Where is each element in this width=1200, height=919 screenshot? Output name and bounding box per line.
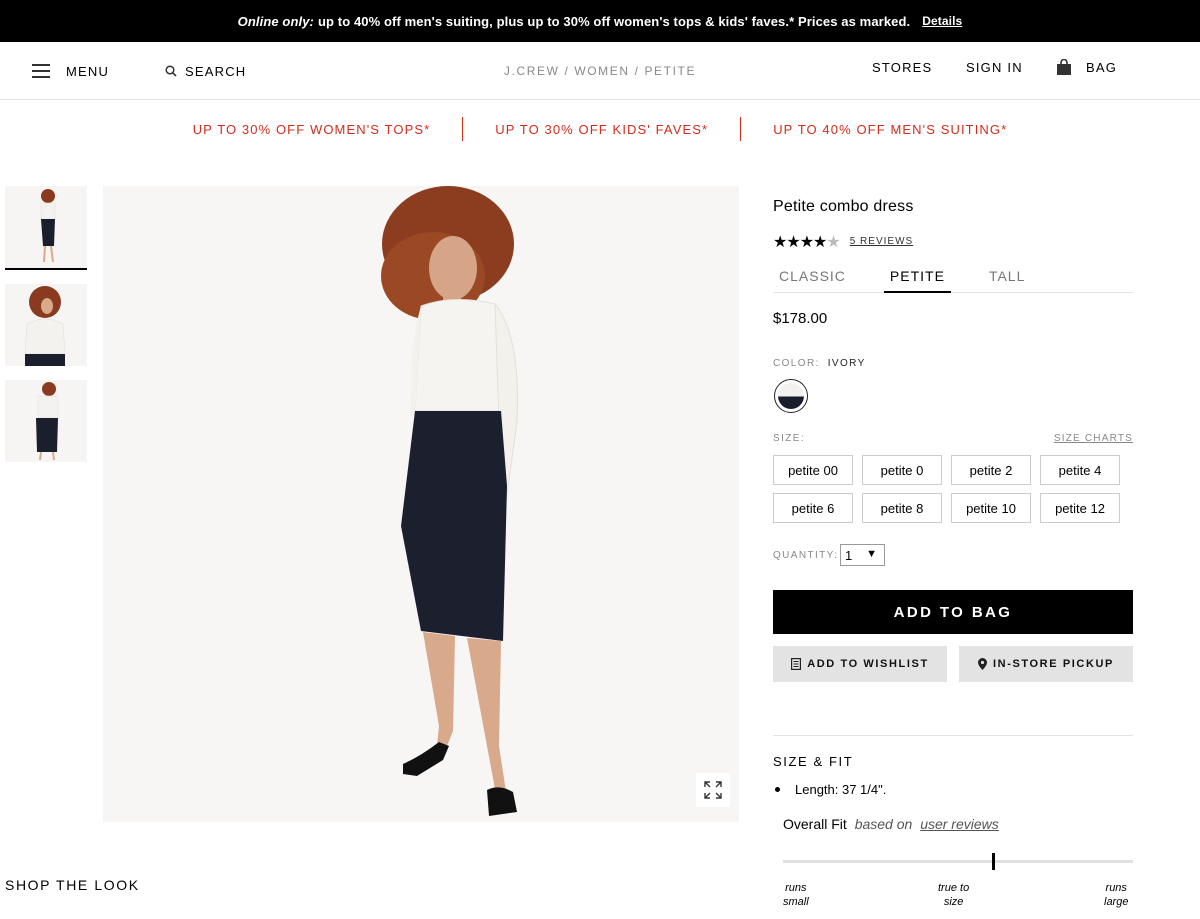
overall-fit-label: Overall Fit: [783, 816, 847, 832]
location-pin-icon: [978, 658, 987, 670]
hamburger-icon: [32, 64, 50, 78]
promo-banner: Online only: up to 40% off men's suiting…: [0, 0, 1200, 42]
pickup-label: IN-STORE PICKUP: [993, 658, 1114, 670]
size-petite-10[interactable]: petite 10: [951, 493, 1031, 523]
size-petite-6[interactable]: petite 6: [773, 493, 853, 523]
thumbnail-3[interactable]: [5, 380, 87, 462]
overall-fit: Overall Fit based on user reviews: [783, 816, 999, 832]
size-petite-00[interactable]: petite 00: [773, 455, 853, 485]
size-petite-0[interactable]: petite 0: [862, 455, 942, 485]
add-to-wishlist-button[interactable]: ADD TO WISHLIST: [773, 646, 947, 682]
menu-label: MENU: [66, 63, 110, 79]
promo-womens-tops[interactable]: UP TO 30% OFF WOMEN'S TOPS*: [161, 122, 463, 137]
reviews-link[interactable]: 5 REVIEWS: [850, 236, 913, 247]
thumbnail-2[interactable]: [5, 284, 87, 366]
stars-filled: ★★★★: [773, 232, 827, 251]
list-icon: [791, 658, 802, 670]
thumbnail-list: [5, 186, 87, 476]
length-text: Length: 37 1/4".: [795, 782, 887, 797]
size-petite-4[interactable]: petite 4: [1040, 455, 1120, 485]
star-rating: ★★★★★: [773, 232, 841, 251]
model-illustration: [381, 186, 518, 816]
size-options: petite 00 petite 0 petite 2 petite 4 pet…: [773, 455, 1133, 523]
thumbnail-image: [24, 286, 66, 366]
based-on-text: based on: [854, 816, 913, 832]
tab-tall[interactable]: TALL: [983, 258, 1031, 293]
section-divider: [773, 735, 1133, 736]
wishlist-label: ADD TO WISHLIST: [807, 658, 929, 670]
shop-the-look-heading: SHOP THE LOOK: [5, 877, 140, 893]
promo-lead: Online only:: [237, 13, 314, 29]
quantity-label: QUANTITY:: [773, 550, 839, 561]
zoom-button[interactable]: [696, 773, 730, 807]
size-petite-8[interactable]: petite 8: [862, 493, 942, 523]
bullet-dot: [775, 787, 780, 792]
bag-icon: [1057, 59, 1071, 75]
dropdown-arrow-icon: ▼: [866, 548, 877, 560]
promo-links: UP TO 30% OFF WOMEN'S TOPS* UP TO 30% OF…: [0, 116, 1200, 142]
color-label-text: COLOR:: [773, 358, 820, 369]
menu-button[interactable]: MENU: [32, 42, 109, 100]
fit-scale: [783, 853, 1133, 870]
search-label: SEARCH: [185, 63, 247, 79]
breadcrumb-text[interactable]: J.CREW / WOMEN / PETITE: [504, 64, 696, 78]
in-store-pickup-button[interactable]: IN-STORE PICKUP: [959, 646, 1133, 682]
search-button[interactable]: SEARCH: [165, 42, 246, 100]
promo-kids-faves[interactable]: UP TO 30% OFF KIDS' FAVES*: [463, 122, 740, 137]
fit-label-runs-small: runs small: [783, 882, 809, 908]
color-swatch-ivory[interactable]: [774, 379, 808, 413]
thumbnail-image: [36, 382, 59, 461]
product-price: $178.00: [773, 310, 828, 327]
thumbnail-image: [40, 189, 56, 263]
add-to-bag-button[interactable]: ADD TO BAG: [773, 590, 1133, 634]
search-icon: [165, 65, 177, 77]
size-fit-bullet: Length: 37 1/4".: [773, 782, 886, 797]
size-petite-2[interactable]: petite 2: [951, 455, 1031, 485]
fit-marker: [991, 853, 995, 870]
bag-button[interactable]: BAG: [1056, 38, 1117, 96]
promo-mens-suiting[interactable]: UP TO 40% OFF MEN'S SUITING*: [741, 122, 1039, 137]
tab-petite[interactable]: PETITE: [883, 258, 951, 293]
size-label: SIZE:: [773, 433, 806, 444]
quantity-select[interactable]: 1 ▼: [840, 544, 885, 566]
size-fit-heading: SIZE & FIT: [773, 754, 854, 769]
product-title: Petite combo dress: [773, 198, 914, 215]
color-label: COLOR: IVORY: [773, 358, 866, 369]
stars-empty: ★: [826, 232, 840, 251]
stores-link[interactable]: STORES: [872, 38, 932, 96]
size-petite-12[interactable]: petite 12: [1040, 493, 1120, 523]
site-header: MENU SEARCH J.CREW / WOMEN / PETITE STOR…: [0, 42, 1200, 100]
thumbnail-1[interactable]: [5, 186, 87, 270]
expand-icon: [704, 781, 722, 799]
product-main-image[interactable]: [103, 186, 739, 822]
quantity-value: 1: [845, 547, 853, 563]
color-value: IVORY: [827, 358, 866, 369]
user-reviews-link[interactable]: user reviews: [920, 816, 999, 832]
promo-text: up to 40% off men's suiting, plus up to …: [317, 13, 911, 29]
promo-details-link[interactable]: Details: [922, 14, 962, 28]
fit-tabs: CLASSIC PETITE TALL: [773, 258, 1133, 293]
rating: ★★★★★ 5 REVIEWS: [773, 232, 913, 251]
fit-label-true-to-size: true to size: [938, 882, 970, 908]
size-charts-link[interactable]: SIZE CHARTS: [1054, 433, 1133, 444]
bag-label: BAG: [1086, 59, 1118, 75]
tab-classic[interactable]: CLASSIC: [773, 258, 852, 293]
sign-in-link[interactable]: SIGN IN: [966, 38, 1023, 96]
fit-label-runs-large: runs large: [1104, 882, 1129, 908]
